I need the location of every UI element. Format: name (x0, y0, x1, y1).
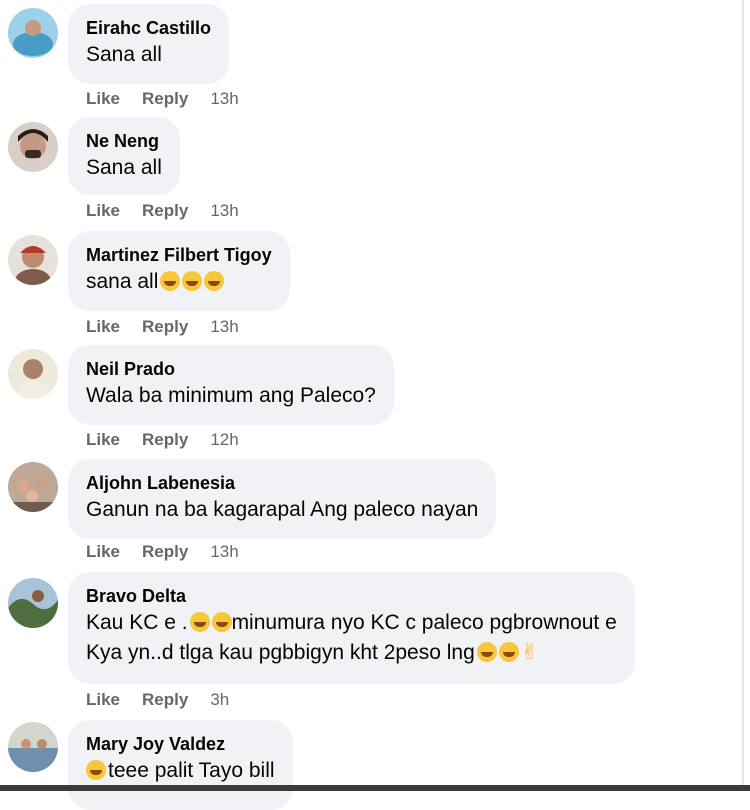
scrollbar-track[interactable] (742, 0, 744, 791)
joy-emoji-icon (476, 642, 497, 662)
comment-bubble: Bravo Delta Kau KC e . minumura nyo KC c … (68, 572, 635, 684)
avatar[interactable] (8, 578, 58, 628)
avatar[interactable] (8, 122, 58, 172)
like-button[interactable]: Like (86, 542, 120, 561)
commenter-name[interactable]: Bravo Delta (86, 584, 617, 608)
grin-emoji-icon (204, 271, 225, 291)
joy-emoji-icon (498, 642, 519, 662)
comment-bubble: Neil Prado Wala ba minimum ang Paleco? (68, 345, 394, 425)
commenter-name[interactable]: Martinez Filbert Tigoy (86, 243, 272, 267)
reply-button[interactable]: Reply (142, 430, 188, 449)
avatar[interactable] (8, 722, 58, 772)
commenter-name[interactable]: Ne Neng (86, 129, 162, 153)
comment-actions: Like Reply 13h (86, 542, 239, 562)
comment-timestamp[interactable]: 12h (210, 430, 238, 449)
grin-emoji-icon (189, 612, 210, 632)
like-button[interactable]: Like (86, 201, 120, 220)
comment-bubble: Ne Neng Sana all (68, 117, 180, 195)
comment-timestamp[interactable]: 13h (210, 89, 238, 108)
reply-button[interactable]: Reply (142, 201, 188, 220)
comment-bubble: Eirahc Castillo Sana all (68, 4, 230, 84)
commenter-name[interactable]: Eirahc Castillo (86, 16, 211, 40)
comment-text: teee palit Tayo bill (86, 756, 275, 786)
avatar[interactable] (8, 462, 58, 512)
like-button[interactable]: Like (86, 89, 120, 108)
comment-timestamp[interactable]: 13h (210, 317, 238, 336)
window-bottom-bar (0, 785, 750, 791)
commenter-name[interactable]: Mary Joy Valdez (86, 732, 275, 756)
commenter-name[interactable]: Aljohn Labenesia (86, 471, 478, 495)
like-button[interactable]: Like (86, 317, 120, 336)
comment-bubble: Aljohn Labenesia Ganun na ba kagarapal A… (68, 459, 497, 539)
comment-timestamp[interactable]: 3h (210, 690, 229, 709)
comment-text: Wala ba minimum ang Paleco? (86, 384, 376, 407)
comment-actions: Like Reply 13h (86, 201, 239, 221)
like-button[interactable]: Like (86, 690, 120, 709)
grin-emoji-icon (182, 271, 203, 291)
grin-emoji-icon (160, 271, 181, 291)
reply-button[interactable]: Reply (142, 542, 188, 561)
comment-actions: Like Reply 12h (86, 430, 239, 450)
rofl-emoji-icon (86, 760, 106, 780)
comment-actions: Like Reply 3h (86, 690, 229, 710)
reply-button[interactable]: Reply (142, 690, 188, 709)
comment-bubble: Martinez Filbert Tigoy sana all (68, 231, 290, 311)
avatar[interactable] (8, 8, 58, 58)
like-button[interactable]: Like (86, 430, 120, 449)
comment-text: Kya yn..d tlga kau pgbbigyn kht 2peso ln… (86, 641, 539, 664)
avatar[interactable] (8, 235, 58, 285)
comment-text: Ganun na ba kagarapal Ang paleco nayan (86, 498, 479, 521)
comment-text: Sana all (86, 156, 162, 179)
comment-actions: Like Reply 13h (86, 317, 239, 337)
victory-hand-icon: ✌ (520, 641, 539, 664)
comment-actions: Like Reply 13h (86, 89, 239, 109)
reply-button[interactable]: Reply (142, 317, 188, 336)
comment-text: Sana all (86, 43, 162, 66)
comment-timestamp[interactable]: 13h (210, 542, 238, 561)
comment-text: sana all (86, 267, 272, 297)
comment-timestamp[interactable]: 13h (210, 201, 238, 220)
comment-bubble: Mary Joy Valdez teee palit Tayo bill (68, 720, 293, 810)
grin-emoji-icon (211, 612, 232, 632)
comment-text: Kau KC e . minumura nyo KC c paleco pgbro… (86, 611, 617, 634)
commenter-name[interactable]: Neil Prado (86, 357, 376, 381)
avatar[interactable] (8, 349, 58, 399)
reply-button[interactable]: Reply (142, 89, 188, 108)
